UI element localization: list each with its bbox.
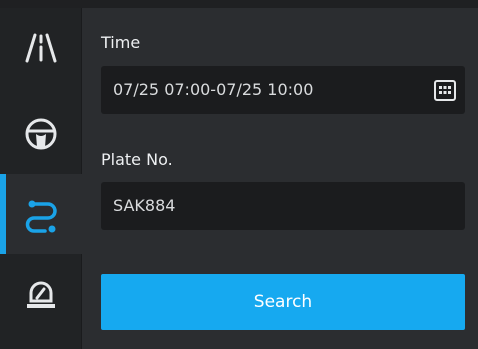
- time-label: Time: [101, 33, 141, 52]
- time-range-field[interactable]: 07/25 07:00-07/25 10:00: [101, 66, 465, 114]
- calendar-icon[interactable]: [433, 78, 457, 102]
- search-panel: Time 07/25 07:00-07/25 10:00 Plate No. S…: [83, 8, 478, 349]
- plate-number-value: SAK884: [113, 196, 176, 215]
- sidebar-item-alarm[interactable]: [0, 254, 82, 334]
- search-button[interactable]: Search: [101, 274, 465, 330]
- sidebar-item-vehicle[interactable]: [0, 94, 82, 174]
- sidebar-item-route[interactable]: [0, 174, 82, 254]
- sidebar: [0, 8, 82, 349]
- road-icon: [21, 31, 61, 65]
- time-range-value: 07/25 07:00-07/25 10:00: [113, 80, 314, 99]
- sidebar-item-road[interactable]: [0, 8, 82, 88]
- top-bar: [0, 0, 478, 8]
- route-icon: [21, 194, 61, 234]
- plate-label: Plate No.: [101, 150, 173, 169]
- alarm-light-icon: [23, 276, 59, 312]
- steering-wheel-icon: [23, 116, 59, 152]
- plate-number-field[interactable]: SAK884: [101, 182, 465, 230]
